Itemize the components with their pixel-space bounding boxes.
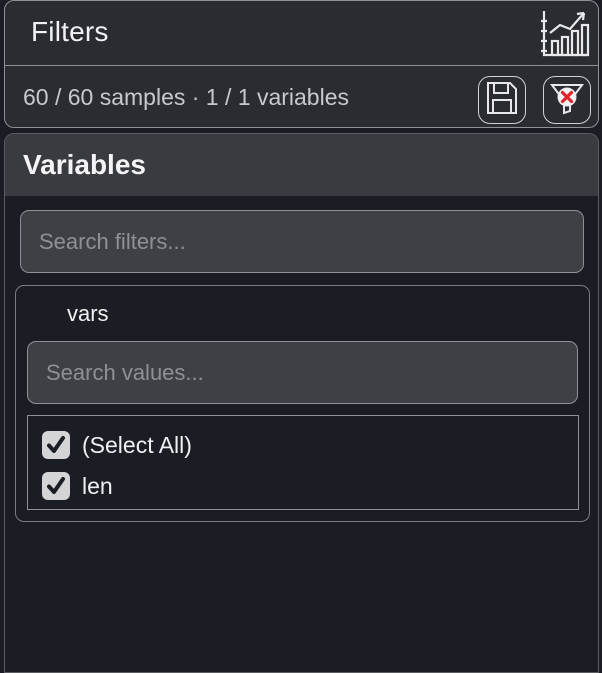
floppy-disk-icon <box>485 80 519 121</box>
filter-summary: 60 / 60 samples · 1 / 1 variables <box>23 84 349 110</box>
bar-chart-icon[interactable] <box>540 7 590 59</box>
variables-panel: Variables vars (Select All) <box>4 133 599 673</box>
value-row-len[interactable]: len <box>42 471 113 501</box>
values-list: (Select All) len <box>27 415 579 510</box>
filters-pane: Filters 60 / 60 samples · 1 / 1 variable… <box>0 0 602 673</box>
variables-header[interactable]: Variables <box>5 134 598 196</box>
checkbox-checked-icon[interactable] <box>42 431 70 459</box>
checkbox-checked-icon[interactable] <box>42 472 70 500</box>
variables-title: Variables <box>23 149 146 180</box>
value-row-select-all[interactable]: (Select All) <box>42 430 192 460</box>
value-label: len <box>82 472 113 499</box>
variable-filter-card: vars (Select All) <box>15 285 590 522</box>
filters-title: Filters <box>31 16 109 47</box>
filters-header: Filters <box>4 0 599 66</box>
value-label: (Select All) <box>82 431 192 458</box>
clear-filters-button[interactable] <box>543 76 591 124</box>
variable-name: vars <box>67 301 109 326</box>
search-values-input[interactable] <box>27 341 578 404</box>
filter-status-bar: 60 / 60 samples · 1 / 1 variables <box>4 65 599 128</box>
clear-filter-icon <box>548 79 586 122</box>
search-filters-input[interactable] <box>20 210 584 273</box>
save-filters-button[interactable] <box>478 76 526 124</box>
